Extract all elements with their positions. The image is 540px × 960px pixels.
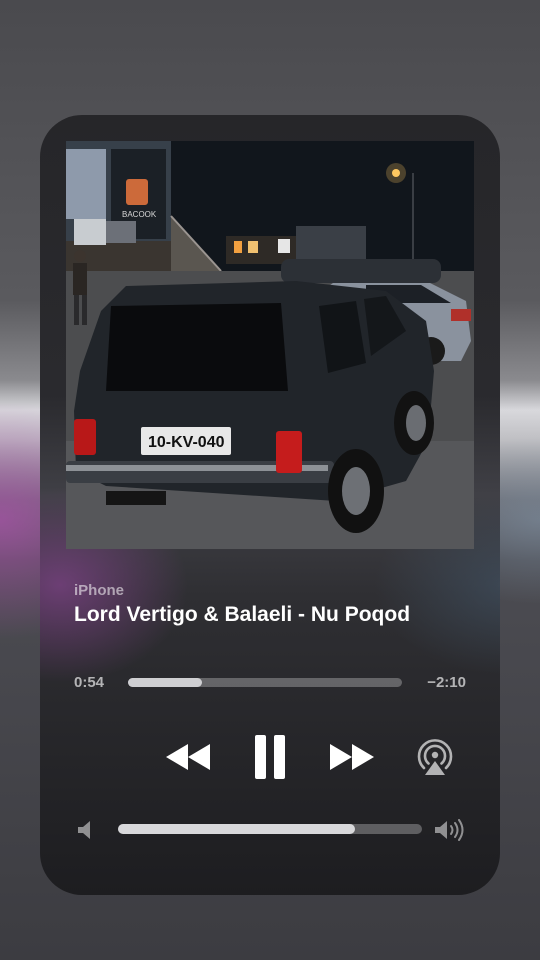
output-device-label: iPhone: [74, 582, 125, 599]
elapsed-time: 0:54: [74, 674, 105, 691]
airplay-icon: [417, 739, 453, 775]
backward-icon: [166, 744, 210, 770]
album-artwork[interactable]: BACOOK 10-KV-040: [66, 141, 474, 549]
sign-text: BACOOK: [122, 210, 157, 219]
speaker-high-icon: [435, 819, 464, 841]
remaining-time: −2:10: [427, 674, 466, 691]
volume-max-button: [432, 815, 468, 845]
forward-button[interactable]: [324, 735, 380, 779]
volume-slider[interactable]: [118, 824, 422, 834]
pause-icon: [255, 735, 285, 779]
airplay-button[interactable]: [412, 732, 458, 782]
license-plate-text: 10-KV-040: [148, 434, 225, 451]
pause-button[interactable]: [248, 731, 292, 783]
rewind-button[interactable]: [160, 735, 216, 779]
forward-icon: [330, 744, 374, 770]
volume-level-fill: [118, 824, 356, 834]
speaker-low-icon: [78, 821, 90, 839]
playback-progress-fill: [128, 678, 202, 687]
track-title: Lord Vertigo & Balaeli - Nu Poqod: [74, 603, 411, 626]
now-playing-card: BACOOK 10-KV-040 iPhone Lord Vertigo & B…: [40, 115, 500, 895]
playback-scrubber[interactable]: [128, 678, 402, 687]
volume-min-button: [74, 815, 98, 845]
